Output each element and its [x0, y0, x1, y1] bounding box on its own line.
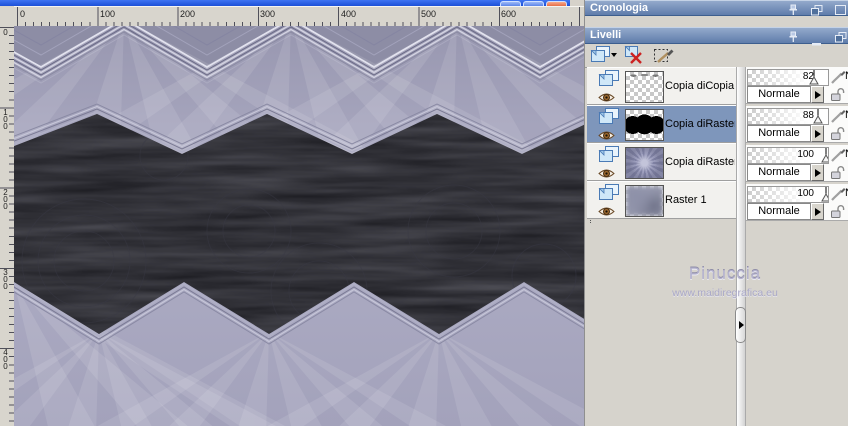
float-panel-icon[interactable] [811, 3, 823, 16]
horizontal-ruler[interactable]: 0 100 200 300 400 500 600 [14, 6, 584, 28]
close-box-icon[interactable] [835, 3, 847, 15]
collapse-arrow-icon [739, 321, 748, 329]
ruler-label: 100 [100, 9, 116, 19]
docked-palettes-panel: Cronologia Livelli Copia diCopia Copia d… [584, 0, 848, 426]
livelli-panel-titlebar[interactable]: Livelli [585, 27, 848, 46]
opacity-slider-thumb[interactable] [808, 70, 819, 85]
layer-thumbnail [625, 185, 664, 217]
opacity-slider[interactable]: 100 [747, 147, 829, 164]
cronologia-panel-titlebar[interactable]: Cronologia [585, 0, 848, 16]
ruler-label: 500 [421, 9, 437, 19]
panel-title: Livelli [590, 29, 622, 41]
pin-icon[interactable] [788, 3, 800, 15]
blend-mode-value: Normale [758, 88, 800, 100]
ruler-label: 400 [1, 348, 10, 369]
ruler-label: 0 [1, 28, 10, 35]
visibility-eye-icon[interactable] [598, 204, 615, 222]
dropdown-arrow-icon [815, 169, 825, 177]
layer-controls-row: 88 N Normale [746, 106, 848, 143]
ruler-label: 200 [1, 188, 10, 209]
opacity-value: 100 [797, 188, 814, 199]
blend-mode-select[interactable]: Normale [747, 86, 811, 103]
vertical-ruler[interactable]: 0 100 200 300 400 [0, 26, 15, 426]
opacity-slider[interactable]: 82 [747, 69, 829, 86]
opacity-slider-thumb[interactable] [821, 187, 828, 202]
ruler-label: 300 [260, 9, 276, 19]
lock-transparency-icon[interactable] [830, 87, 845, 107]
float-panel-icon[interactable] [835, 30, 847, 43]
opacity-slider-thumb[interactable] [813, 109, 824, 124]
blend-dropdown-button[interactable] [811, 86, 824, 103]
zigzag-artwork [14, 26, 584, 426]
ruler-label: 400 [341, 9, 357, 19]
opacity-value: 88 [802, 110, 814, 121]
ruler-label: 0 [20, 9, 26, 19]
layer-controls-row: 100 N Normale [746, 145, 848, 182]
dropdown-arrow-icon [815, 130, 825, 138]
watermark-name: Pinuccia [688, 264, 762, 283]
layer-row[interactable]: Copia diCopia diRas [587, 67, 736, 105]
lock-transparency-icon[interactable] [830, 204, 845, 224]
blend-dropdown-button[interactable] [811, 203, 824, 220]
layer-name: Raster 1 [665, 194, 707, 206]
blend-mode-value: Normale [758, 205, 800, 217]
layer-thumbnail [625, 71, 664, 103]
dropdown-arrow-icon [815, 91, 825, 99]
brush-link-icon[interactable] [831, 108, 846, 128]
layer-thumbnail [625, 147, 664, 179]
blend-mode-select[interactable]: Normale [747, 125, 811, 142]
layer-thumbnail [625, 109, 664, 141]
watermark: Pinuccia www.maidiregrafica.eu [585, 264, 848, 299]
opacity-slider-thumb[interactable] [821, 148, 828, 163]
ruler-label: 600 [501, 9, 517, 19]
layer-name: Copia diRaster 1 [665, 118, 735, 130]
brush-link-icon[interactable] [831, 147, 846, 167]
pin-icon[interactable] [788, 30, 800, 42]
blend-dropdown-button[interactable] [811, 125, 824, 142]
layers-toolbar [585, 44, 848, 68]
ruler-label: 300 [1, 268, 10, 289]
watermark-site: www.maidiregrafica.eu [672, 287, 778, 299]
lock-transparency-icon[interactable] [830, 165, 845, 185]
ruler-label: 200 [180, 9, 196, 19]
canvas-image[interactable] [14, 26, 584, 426]
layer-name: Copia diRaster 1 [665, 156, 735, 168]
layer-row-selected[interactable]: Copia diRaster 1 [587, 105, 736, 143]
layer-controls-row: 100 N Normale [746, 184, 848, 221]
lock-transparency-icon[interactable] [830, 126, 845, 146]
layer-list: Copia diCopia diRas Copia diRaster 1 [587, 67, 736, 223]
ruler-label: 100 [1, 108, 10, 129]
brush-link-icon[interactable] [831, 69, 846, 89]
panel-title: Cronologia [590, 2, 649, 14]
splitter-collapse-handle[interactable] [735, 307, 746, 343]
opacity-slider[interactable]: 88 [747, 108, 829, 125]
blend-dropdown-button[interactable] [811, 164, 824, 181]
layer-row[interactable]: Raster 1 [587, 181, 736, 219]
layer-controls: 82 N Normale 88 [746, 67, 848, 223]
blend-mode-select[interactable]: Normale [747, 203, 811, 220]
palette-splitter[interactable] [736, 67, 746, 426]
blend-mode-value: Normale [758, 127, 800, 139]
dropdown-arrow-icon [815, 208, 825, 216]
brush-link-icon[interactable] [831, 186, 846, 206]
layer-controls-row: 82 N Normale [746, 67, 848, 104]
blend-mode-value: Normale [758, 166, 800, 178]
layer-row[interactable]: Copia diRaster 1 [587, 143, 736, 181]
layer-name: Copia diCopia diRas [665, 80, 735, 92]
blend-mode-select[interactable]: Normale [747, 164, 811, 181]
psp-workspace: 0 100 200 300 400 500 600 0 100 200 300 … [0, 0, 848, 426]
ruler-corner-box [0, 6, 15, 27]
opacity-value: 100 [797, 149, 814, 160]
opacity-slider[interactable]: 100 [747, 186, 829, 203]
